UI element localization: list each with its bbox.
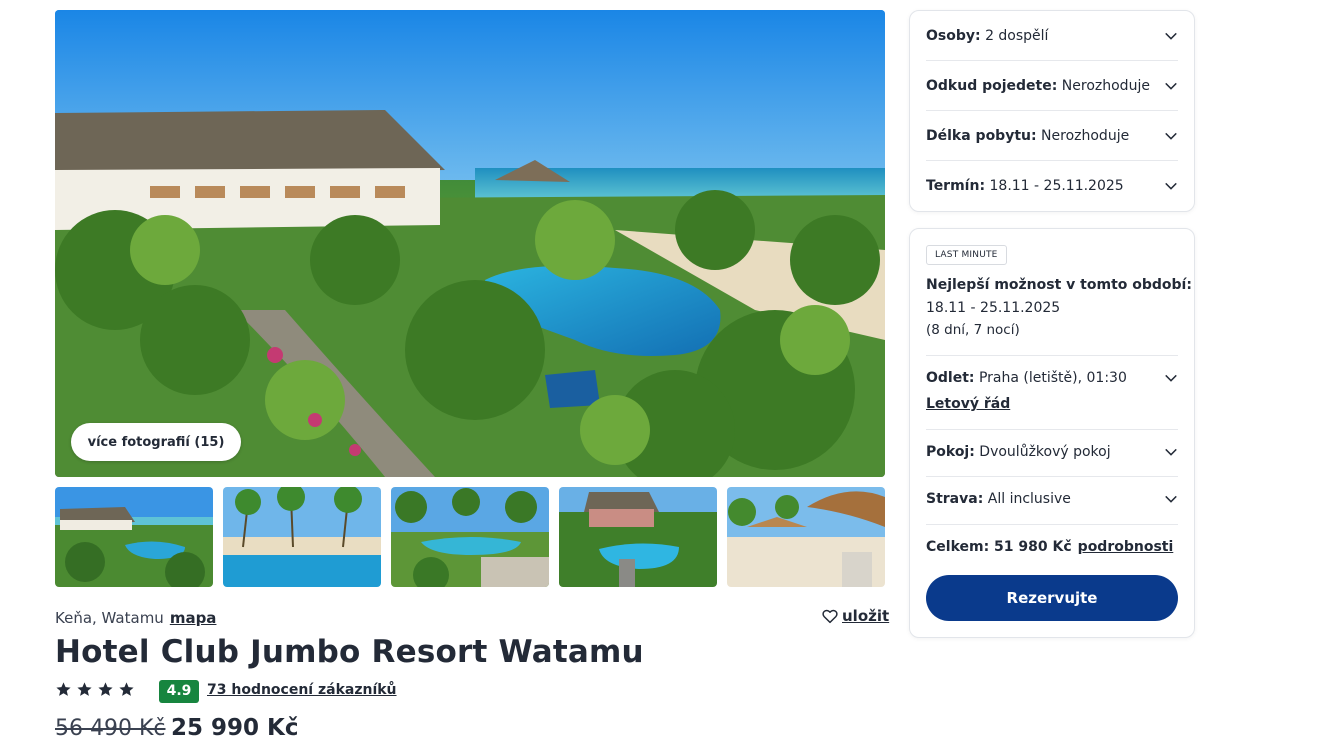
filter-value: 2 dospělí [985,27,1049,44]
book-button[interactable]: Rezervujte [926,575,1178,621]
chevron-down-icon [1165,495,1177,503]
filter-label: Odkud pojedete: [926,77,1058,94]
last-minute-badge: LAST MINUTE [926,245,1007,265]
divider [926,429,1178,430]
filter-value: 18.11 - 25.11.2025 [989,178,1124,194]
rating-badge: 4.9 [159,680,199,703]
current-price: 25 990 Kč [171,715,299,741]
chevron-down-icon [1165,182,1177,190]
thumbnail-resort-illustration [55,487,213,587]
departure-select[interactable]: Odlet: Praha (letiště), 01:30 [926,370,1178,386]
divider [926,524,1178,525]
hero-photo[interactable] [55,10,885,477]
departure-value: Praha (letiště), 01:30 [978,370,1127,386]
offer-panel: LAST MINUTE Nejlepší možnost v tomto obd… [909,228,1195,638]
best-option-title: Nejlepší možnost v tomto období: [926,277,1192,293]
gallery-thumbnail[interactable] [559,487,717,587]
hotel-stars [55,681,135,698]
filter-value: Nerozhoduje [1041,127,1130,144]
filter-persons[interactable]: Osoby: 2 dospělí [926,11,1178,61]
chevron-down-icon [1165,448,1177,456]
filter-stay-text: Délka pobytu: Nerozhoduje [926,128,1129,144]
room-select[interactable]: Pokoj: Dvoulůžkový pokoj [926,444,1178,460]
star-icon [56,682,71,696]
filter-label: Termín: [926,178,986,194]
board-select[interactable]: Strava: All inclusive [926,491,1178,507]
chevron-down-icon [1165,82,1177,90]
gallery-thumbnail[interactable] [55,487,213,587]
save-button[interactable]: uložit [821,607,889,625]
resort-aerial-illustration [55,10,885,477]
old-price: 56 490 Kč [55,716,166,741]
gallery-thumbnail[interactable] [727,487,885,587]
filter-value: Nerozhoduje [1061,77,1150,94]
room-text: Pokoj: Dvoulůžkový pokoj [926,444,1111,460]
filter-stay-length[interactable]: Délka pobytu: Nerozhoduje [926,111,1178,161]
chevron-down-icon [1165,374,1177,382]
best-option-dates: 18.11 - 25.11.2025 [926,300,1061,316]
chevron-down-icon [1165,132,1177,140]
thumbnail-villas-pool-illustration [559,487,717,587]
details-link[interactable]: podrobnosti [1078,539,1174,555]
total-price-row: Celkem: 51 980 Kč podrobnosti [926,539,1173,555]
filter-departure-text: Odkud pojedete: Nerozhoduje [926,78,1150,94]
board-label: Strava: [926,491,984,507]
filter-persons-text: Osoby: 2 dospělí [926,28,1048,44]
divider [926,476,1178,477]
star-icon [98,682,113,696]
room-label: Pokoj: [926,444,975,460]
filter-label: Délka pobytu: [926,127,1037,144]
more-photos-button[interactable]: více fotografií (15) [71,423,241,461]
gallery-thumbnail[interactable] [223,487,381,587]
best-option-nights: (8 dní, 7 nocí) [926,322,1020,338]
filter-date-text: Termín: 18.11 - 25.11.2025 [926,178,1124,194]
total-price: Celkem: 51 980 Kč [926,539,1072,555]
board-value: All inclusive [987,491,1071,507]
heart-icon [822,609,838,624]
board-text: Strava: All inclusive [926,491,1071,507]
hotel-name: Hotel Club Jumbo Resort Watamu [55,634,644,670]
thumbnail-garden-pool-illustration [391,487,549,587]
divider [926,355,1178,356]
departure-text: Odlet: Praha (letiště), 01:30 [926,370,1127,386]
save-label: uložit [842,607,890,625]
reviews-link[interactable]: 73 hodnocení zákazníků [207,682,397,698]
star-icon [77,682,92,696]
gallery-thumbnail[interactable] [391,487,549,587]
room-value: Dvoulůžkový pokoj [979,444,1111,460]
flight-schedule-link[interactable]: Letový řád [926,396,1010,412]
hotel-location: Keňa, Watamu mapa [55,609,216,627]
search-filters-panel: Osoby: 2 dospělí Odkud pojedete: Nerozho… [909,10,1195,212]
filter-date[interactable]: Termín: 18.11 - 25.11.2025 [926,161,1178,211]
chevron-down-icon [1165,32,1177,40]
thumbnail-beach-umbrellas-illustration [727,487,885,587]
filter-label: Osoby: [926,27,981,44]
filter-departure-city[interactable]: Odkud pojedete: Nerozhoduje [926,61,1178,111]
map-link[interactable]: mapa [170,609,217,627]
thumbnail-beach-pool-illustration [223,487,381,587]
location-text: Keňa, Watamu [55,609,164,627]
star-icon [119,682,134,696]
departure-label: Odlet: [926,370,975,386]
